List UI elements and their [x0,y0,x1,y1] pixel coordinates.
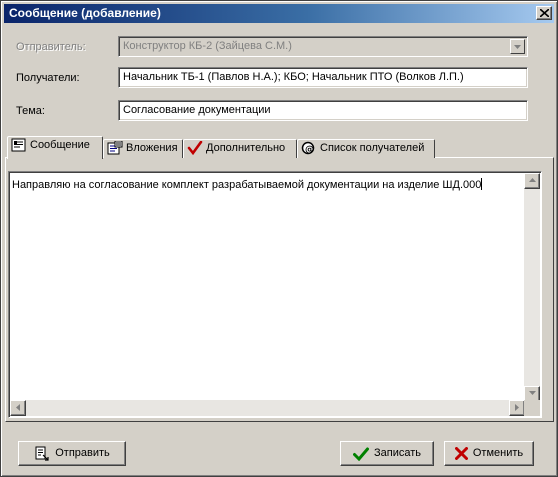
message-editor[interactable]: Направляю на согласование комплект разра… [8,171,542,418]
tab-recipients-list[interactable]: @ Список получателей [297,139,435,158]
title-bar[interactable]: Сообщение (добавление) [4,4,554,23]
svg-text:@: @ [305,145,314,155]
cancel-button-label: Отменить [472,447,524,459]
subject-value: Согласование документации [123,104,271,116]
arrow-up-icon [529,178,536,182]
cancel-button[interactable]: Отменить [444,441,534,466]
dialog-window: Сообщение (добавление) Отправитель: Конс… [0,0,558,477]
scrollbar-corner [524,400,540,416]
tab-recipients-list-label: Список получателей [320,142,425,154]
recipients-value: Начальник ТБ-1 (Павлов Н.А.); КБО; Начал… [123,71,464,83]
save-button[interactable]: Записать [340,441,434,466]
sender-dropdown-button [510,39,525,54]
tab-attachments-label: Вложения [126,142,178,154]
tab-message-label: Сообщение [30,139,90,151]
send-icon [35,446,49,461]
vertical-scrollbar[interactable] [524,173,540,402]
save-button-label: Записать [373,447,421,459]
cross-icon [454,447,468,460]
sender-combobox: Конструктор КБ-2 (Зайцева С.М.) [118,36,528,57]
text-caret [481,178,483,190]
close-icon [540,9,549,17]
scroll-up-button[interactable] [524,173,540,189]
attachments-icon [107,141,123,155]
tab-attachments[interactable]: Вложения [103,139,183,158]
recipients-icon: @ [301,141,315,155]
checkmark-icon [352,447,369,461]
sender-label: Отправитель: [16,41,86,53]
message-icon [11,138,26,152]
window-title: Сообщение (добавление) [9,6,161,20]
close-button[interactable] [536,6,552,20]
scroll-left-button[interactable] [10,400,26,416]
send-button[interactable]: Отправить [18,441,126,466]
horizontal-scrollbar[interactable] [10,400,525,416]
tab-message[interactable]: Сообщение [7,136,103,159]
subject-label: Тема: [16,105,45,117]
arrow-down-icon [529,391,536,395]
arrow-left-icon [16,404,20,411]
recipients-field[interactable]: Начальник ТБ-1 (Павлов Н.А.); КБО; Начал… [118,67,528,88]
send-button-label: Отправить [55,447,110,459]
checkmark-icon [187,141,203,156]
scroll-right-button[interactable] [509,400,525,416]
subject-field[interactable]: Согласование документации [118,100,528,121]
tab-additional-label: Дополнительно [206,142,286,154]
recipients-label: Получатели: [16,72,80,84]
chevron-down-icon [514,45,521,49]
sender-value: Конструктор КБ-2 (Зайцева С.М.) [123,40,292,52]
tab-additional[interactable]: Дополнительно [183,139,297,158]
message-text: Направляю на согласование комплект разра… [12,178,483,191]
arrow-right-icon [515,404,519,411]
